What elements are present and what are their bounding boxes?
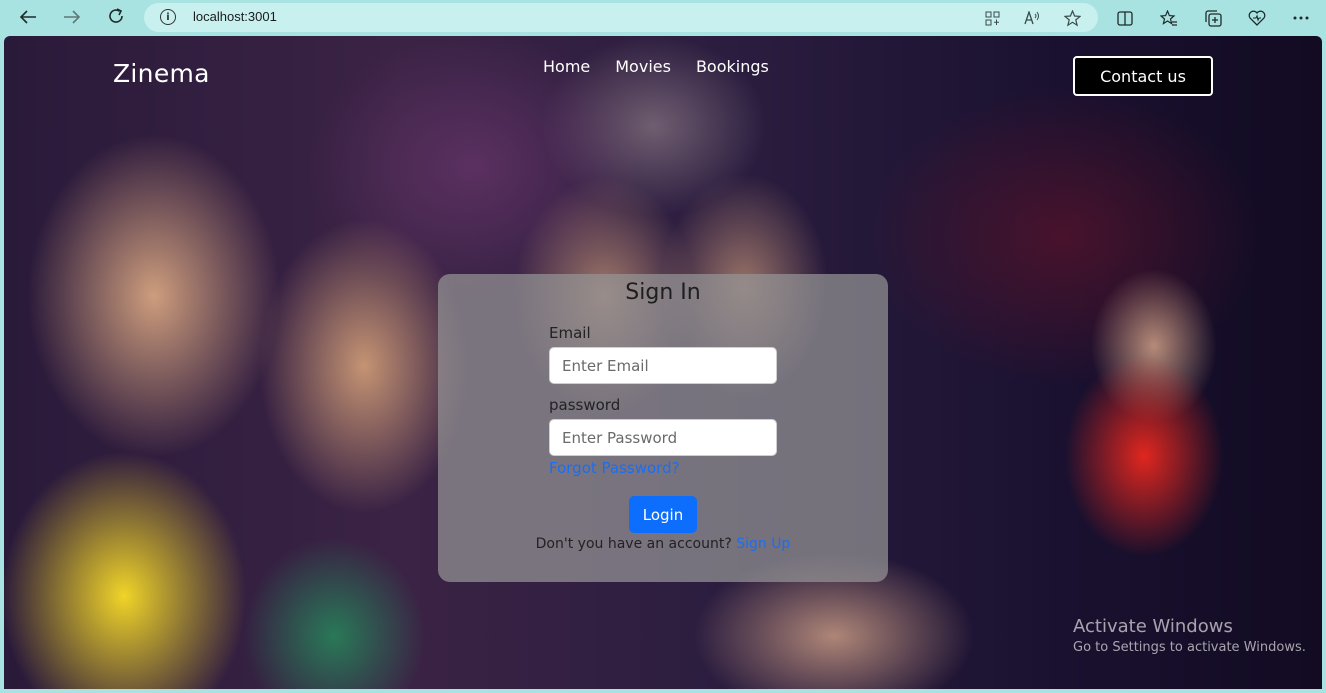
favorite-star-icon[interactable] bbox=[1062, 8, 1082, 28]
email-field[interactable] bbox=[549, 347, 777, 384]
forgot-password-link[interactable]: Forgot Password? bbox=[549, 459, 680, 477]
nav-home-link[interactable]: Home bbox=[543, 57, 590, 76]
apps-icon[interactable] bbox=[982, 8, 1002, 28]
email-label: Email bbox=[549, 324, 591, 342]
browser-chrome: i localhost:3001 bbox=[0, 0, 1326, 36]
address-bar[interactable]: i localhost:3001 bbox=[144, 3, 1098, 32]
info-icon[interactable]: i bbox=[160, 9, 176, 25]
signin-card: Sign In Email password Forgot Password? … bbox=[438, 274, 888, 582]
watermark-title: Activate Windows bbox=[1073, 616, 1233, 637]
refresh-icon bbox=[107, 7, 125, 30]
site-logo[interactable]: Zinema bbox=[113, 59, 210, 88]
split-screen-icon[interactable] bbox=[1112, 5, 1138, 31]
page-viewport: Zinema Home Movies Bookings Contact us S… bbox=[4, 36, 1322, 689]
refresh-button[interactable] bbox=[102, 5, 130, 31]
signup-link[interactable]: Sign Up bbox=[736, 536, 790, 552]
more-icon[interactable] bbox=[1288, 5, 1314, 31]
performance-icon[interactable] bbox=[1244, 5, 1270, 31]
back-button[interactable] bbox=[14, 5, 42, 31]
login-button[interactable]: Login bbox=[629, 496, 697, 533]
favorites-icon[interactable] bbox=[1156, 5, 1182, 31]
contact-us-button[interactable]: Contact us bbox=[1073, 56, 1213, 96]
signup-row: Don't you have an account? Sign Up bbox=[438, 536, 888, 552]
site-nav: Home Movies Bookings bbox=[543, 57, 769, 76]
arrow-left-icon bbox=[19, 8, 37, 29]
signin-title: Sign In bbox=[625, 280, 701, 305]
read-aloud-icon[interactable] bbox=[1022, 8, 1042, 28]
collections-icon[interactable] bbox=[1200, 5, 1226, 31]
url-text[interactable]: localhost:3001 bbox=[193, 9, 277, 24]
activate-windows-watermark: Activate Windows Go to Settings to activ… bbox=[1073, 616, 1306, 655]
watermark-subtitle: Go to Settings to activate Windows. bbox=[1073, 640, 1306, 655]
nav-bookings-link[interactable]: Bookings bbox=[696, 57, 769, 76]
nav-movies-link[interactable]: Movies bbox=[615, 57, 671, 76]
password-label: password bbox=[549, 396, 621, 414]
signup-prompt: Don't you have an account? bbox=[535, 536, 732, 552]
arrow-right-icon bbox=[63, 8, 81, 29]
forward-button[interactable] bbox=[58, 5, 86, 31]
password-field[interactable] bbox=[549, 419, 777, 456]
